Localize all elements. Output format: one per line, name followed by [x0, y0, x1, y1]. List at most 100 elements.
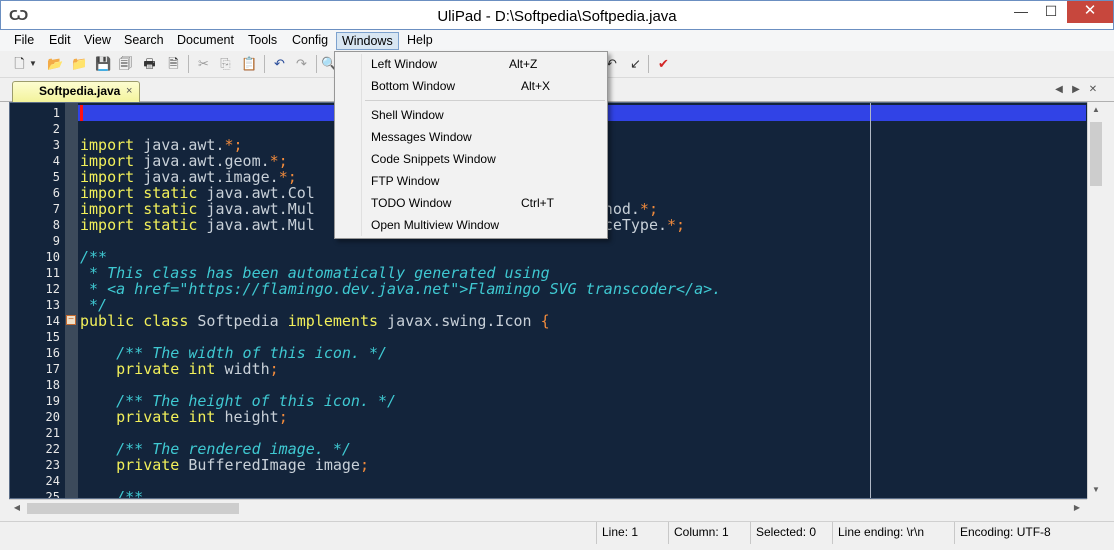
menu-view[interactable]: View — [79, 32, 116, 50]
menu-item-left-window[interactable]: Left Window Alt+Z — [337, 54, 605, 74]
line-number: 21 — [45, 426, 60, 440]
new-file-icon[interactable]: 🗋 — [10, 54, 29, 73]
menu-item-shell-window[interactable]: Shell Window — [337, 105, 605, 125]
tab-close-icon[interactable]: ✕ — [1086, 83, 1100, 97]
menu-edit[interactable]: Edit — [44, 32, 76, 50]
menu-item-bottom-window[interactable]: Bottom Window Alt+X — [337, 76, 605, 96]
menu-item-todo-window[interactable]: TODO Window Ctrl+T — [337, 193, 605, 213]
scroll-down-icon[interactable]: ▼ — [1088, 482, 1104, 498]
scroll-up-icon[interactable]: ▲ — [1088, 102, 1104, 118]
tab-scroll-left-icon[interactable]: ◀ — [1052, 83, 1066, 97]
line-number: 3 — [52, 138, 60, 152]
status-selected: Selected: 0 — [750, 522, 832, 544]
menu-item-shortcut: Alt+X — [521, 79, 551, 93]
toolbar-separator — [648, 55, 649, 73]
menu-item-label: Messages Window — [371, 130, 472, 144]
save-icon[interactable]: 💾 — [94, 54, 113, 73]
menu-item-label: FTP Window — [371, 174, 440, 188]
cut-icon[interactable]: ✂ — [194, 54, 213, 73]
menu-item-label: Code Snippets Window — [371, 152, 496, 166]
code-line: import java.awt.image.*; — [80, 168, 297, 186]
close-button[interactable]: ✕ — [1067, 1, 1113, 23]
line-number: 8 — [52, 218, 60, 232]
menu-windows[interactable]: Windows — [336, 32, 399, 50]
scroll-left-icon[interactable]: ◀ — [9, 500, 25, 516]
menu-config[interactable]: Config — [287, 32, 333, 50]
close-tab-icon[interactable]: × — [126, 82, 132, 101]
line-number: 17 — [45, 362, 60, 376]
code-line: private BufferedImage image; — [80, 456, 369, 474]
line-number: 4 — [52, 154, 60, 168]
tab-label: Softpedia.java — [39, 84, 121, 98]
status-bar: Line: 1 Column: 1 Selected: 0 Line endin… — [0, 521, 1114, 544]
fold-margin[interactable] — [65, 103, 78, 498]
goto-icon[interactable]: ↙ — [626, 54, 645, 73]
maximize-button[interactable]: ☐ — [1037, 1, 1065, 23]
open-folder-icon[interactable]: 📂 — [46, 54, 65, 73]
line-number: 5 — [52, 170, 60, 184]
menu-item-messages-window[interactable]: Messages Window — [337, 127, 605, 147]
save-all-icon[interactable]: 🗐 — [116, 54, 135, 73]
menu-item-open-multiview-window[interactable]: Open Multiview Window — [337, 215, 605, 235]
menu-file[interactable]: File — [9, 32, 39, 50]
tab-softpedia-java[interactable]: Softpedia.java × — [12, 81, 140, 102]
menu-item-label: Shell Window — [371, 108, 444, 122]
title-bar: Ѡ UliPad - D:\Softpedia\Softpedia.java —… — [0, 0, 1114, 30]
horizontal-scroll-thumb[interactable] — [27, 503, 239, 514]
code-line: import static java.awt.Col — [80, 184, 315, 202]
redo-icon[interactable]: ↷ — [292, 54, 311, 73]
status-line-ending: Line ending: \r\n — [832, 522, 954, 544]
vertical-scroll-thumb[interactable] — [1090, 122, 1102, 186]
open-recent-icon[interactable]: 📁 — [70, 54, 89, 73]
new-dropdown-icon[interactable]: ▼ — [28, 54, 38, 73]
status-column: Column: 1 — [668, 522, 750, 544]
toolbar-separator — [188, 55, 189, 73]
line-number: 24 — [45, 474, 60, 488]
minimize-button[interactable]: — — [1007, 1, 1035, 23]
menu-item-shortcut: Ctrl+T — [521, 196, 554, 210]
code-line: private int height; — [80, 408, 288, 426]
comment-line: /** The height of this icon. */ — [80, 392, 397, 410]
menu-separator — [365, 100, 605, 101]
paste-icon[interactable]: 📋 — [240, 54, 259, 73]
menu-document[interactable]: Document — [172, 32, 239, 50]
comment-line: */ — [80, 296, 108, 314]
fold-toggle-icon[interactable]: − — [66, 315, 76, 325]
line-number: 11 — [45, 266, 60, 280]
menu-item-ftp-window[interactable]: FTP Window — [337, 171, 605, 191]
find-icon[interactable]: 🔍 — [321, 54, 337, 73]
code-line: import java.awt.geom.*; — [80, 152, 288, 170]
undo-icon[interactable]: ↶ — [270, 54, 289, 73]
comment-line: /** The width of this icon. */ — [80, 344, 388, 362]
line-number: 13 — [45, 298, 60, 312]
horizontal-scrollbar[interactable]: ◀ ▶ — [9, 499, 1087, 516]
comment-line: /** The rendered image. */ — [80, 440, 351, 458]
line-number: 25 — [45, 490, 60, 499]
line-number: 18 — [45, 378, 60, 392]
check-syntax-icon[interactable]: ✔ — [654, 54, 673, 73]
comment-line: * This class has been automatically gene… — [80, 264, 550, 282]
line-number: 9 — [52, 234, 60, 248]
vertical-scrollbar[interactable]: ▲ ▼ — [1087, 102, 1104, 499]
menu-item-label: Open Multiview Window — [371, 218, 500, 232]
menu-help[interactable]: Help — [402, 32, 438, 50]
line-number: 2 — [52, 122, 60, 136]
menu-item-label: Left Window — [371, 57, 438, 71]
windows-menu-dropdown: Left Window Alt+Z Bottom Window Alt+X Sh… — [334, 51, 608, 239]
scroll-right-icon[interactable]: ▶ — [1069, 500, 1085, 516]
menu-item-label: TODO Window — [371, 196, 452, 210]
copy-icon[interactable]: ⎘ — [216, 54, 235, 73]
line-number: 22 — [45, 442, 60, 456]
comment-line: /** — [80, 488, 144, 499]
code-line: public class Softpedia implements javax.… — [80, 312, 550, 330]
comment-line: /** — [80, 248, 108, 266]
toolbar-separator — [264, 55, 265, 73]
toolbar-separator — [316, 55, 317, 73]
print-preview-icon[interactable]: 🗎 — [164, 54, 183, 73]
menu-item-code-snippets-window[interactable]: Code Snippets Window — [337, 149, 605, 169]
line-number: 23 — [45, 458, 60, 472]
tab-scroll-right-icon[interactable]: ▶ — [1069, 83, 1083, 97]
menu-tools[interactable]: Tools — [243, 32, 282, 50]
print-icon[interactable]: 🖶 — [140, 54, 159, 73]
menu-search[interactable]: Search — [119, 32, 169, 50]
